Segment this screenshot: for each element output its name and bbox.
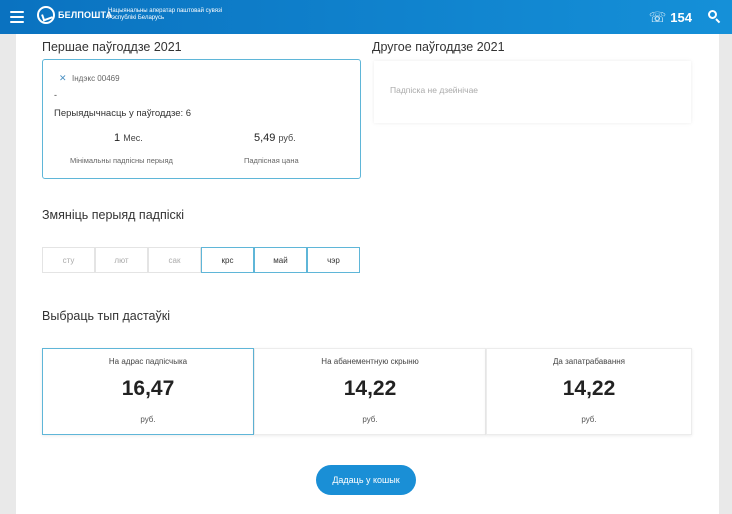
- phone-icon: ☏: [648, 9, 667, 25]
- top-header: БЕЛПОШТА Нацыянальны аператар паштовай с…: [0, 0, 732, 34]
- min-period-caption: Мінімальны падпісны перыяд: [70, 156, 173, 165]
- logo[interactable]: БЕЛПОШТА: [37, 6, 112, 24]
- logo-name: БЕЛПОШТА: [58, 10, 113, 20]
- delivery-options: На адрас падпісчыка 16,47 руб. На абанем…: [42, 348, 692, 435]
- change-period-title: Змяніць перыяд падпіскі: [42, 208, 184, 222]
- delivery-option-amount: 14,22: [343, 377, 397, 400]
- close-icon[interactable]: ✕: [59, 73, 67, 84]
- second-period-title: Другое паўгоддзе 2021: [372, 40, 505, 54]
- delivery-option-address[interactable]: На адрас падпісчыка 16,47 руб.: [42, 348, 254, 435]
- month-may[interactable]: май: [254, 247, 307, 273]
- logo-subtitle-line-2: Рэспублікі Беларусь: [108, 15, 165, 21]
- delivery-option-currency: руб.: [362, 415, 378, 424]
- index-label: Індэкс 00469: [72, 74, 120, 83]
- search-icon[interactable]: [708, 10, 721, 24]
- month-mar[interactable]: сак: [148, 247, 201, 273]
- add-to-cart-button[interactable]: Дадаць у кошык: [316, 465, 416, 495]
- price-value: 5,49 руб.: [254, 132, 296, 144]
- inactive-status: Падпіска не дзейнічае: [390, 85, 479, 95]
- delivery-option-currency: руб.: [140, 415, 156, 424]
- delivery-option-mailbox[interactable]: На абанементную скрыню 14,22 руб.: [254, 348, 486, 435]
- month-apr[interactable]: крс: [201, 247, 254, 273]
- delivery-option-pickup[interactable]: Да запатрабавання 14,22 руб.: [486, 348, 692, 435]
- price-caption: Падпісная цана: [244, 156, 299, 165]
- month-jan[interactable]: сту: [42, 247, 95, 273]
- subscription-card: Першае паўгоддзе 2021 ✕ Індэкс 00469 - П…: [16, 34, 719, 514]
- first-period-box: ✕ Індэкс 00469 - Перыядычнасць у паўгодд…: [42, 59, 361, 179]
- title-placeholder: -: [54, 90, 57, 100]
- second-period-box: Падпіска не дзейнічае: [374, 61, 691, 123]
- delivery-option-amount: 14,22: [562, 377, 616, 400]
- month-feb[interactable]: лют: [95, 247, 148, 273]
- first-period-title: Першае паўгоддзе 2021: [42, 40, 182, 54]
- menu-icon[interactable]: [10, 11, 24, 23]
- delivery-title: Выбраць тып дастаўкі: [42, 309, 171, 323]
- delivery-option-label: На абанементную скрыню: [321, 357, 419, 366]
- min-period-value: 1 Мес.: [114, 132, 143, 144]
- phone-link[interactable]: ☏ 154: [649, 9, 692, 26]
- belpost-logo-icon: [37, 6, 55, 24]
- frequency-text: Перыядычнасць у паўгоддзе: 6: [54, 108, 192, 119]
- month-jun[interactable]: чэр: [307, 247, 360, 273]
- delivery-option-label: Да запатрабавання: [553, 357, 625, 366]
- delivery-option-currency: руб.: [581, 415, 597, 424]
- delivery-option-amount: 16,47: [121, 377, 175, 400]
- logo-subtitle-line-1: Нацыянальны аператар паштовай сувязі: [108, 8, 223, 14]
- phone-number: 154: [670, 10, 692, 25]
- delivery-option-label: На адрас падпісчыка: [108, 357, 188, 366]
- month-selector: сту лют сак крс май чэр: [42, 247, 360, 273]
- logo-subtitle: Нацыянальны аператар паштовай сувязі Рэс…: [108, 8, 222, 22]
